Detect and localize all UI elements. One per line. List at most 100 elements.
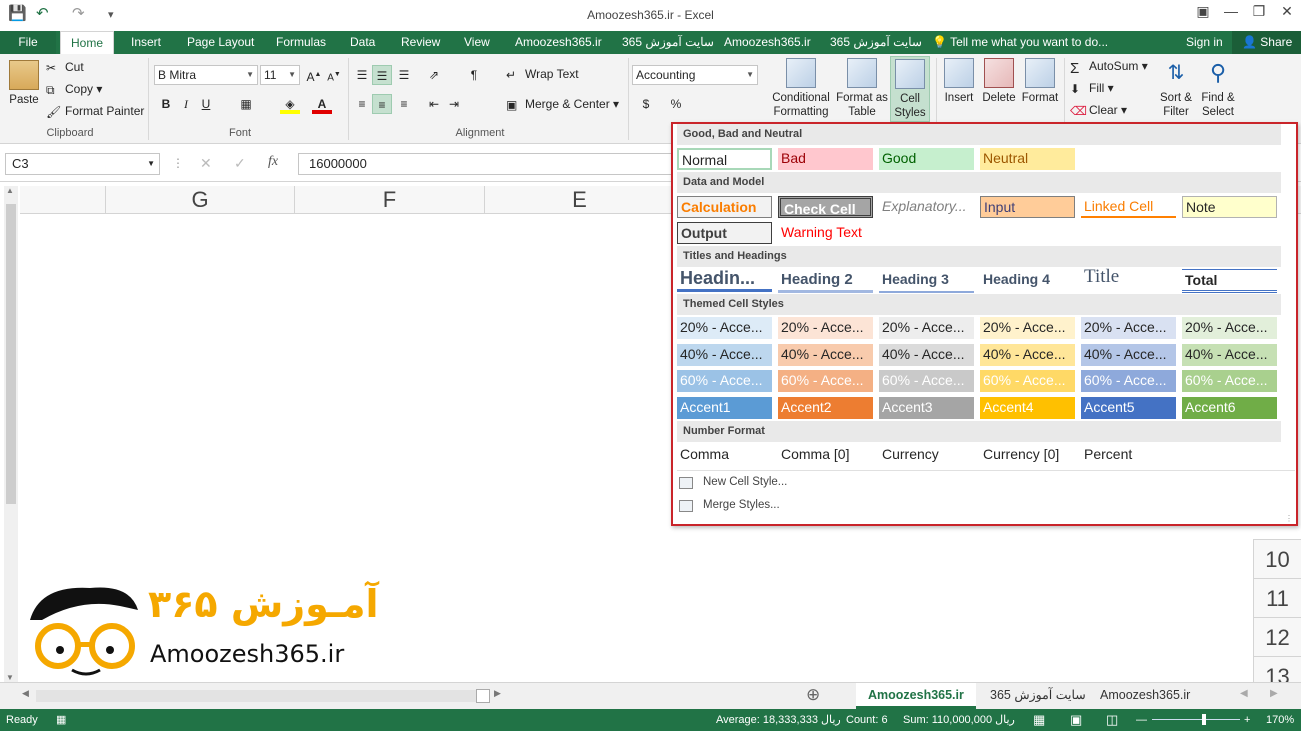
underline-icon[interactable]: U <box>196 94 216 114</box>
maximize-icon[interactable]: ❐ <box>1244 3 1274 20</box>
row-header-12[interactable]: 12 <box>1253 617 1301 656</box>
autosum-button[interactable]: Σ AutoSum ▾ <box>1070 59 1148 77</box>
align-top-icon[interactable]: ☰ <box>352 65 372 85</box>
style-heading-4[interactable]: Heading 4 <box>980 269 1075 293</box>
style-input[interactable]: Input <box>980 196 1075 218</box>
row-header-11[interactable]: 11 <box>1253 578 1301 617</box>
currency-icon[interactable]: $ <box>636 94 656 114</box>
style-comma[interactable]: Comma <box>677 444 772 466</box>
zoom-level[interactable]: 170% <box>1266 709 1294 731</box>
style-20-accent2[interactable]: 20% - Acce... <box>778 317 873 339</box>
paste-button[interactable]: Paste <box>6 60 42 107</box>
format-cells-button[interactable]: Format <box>1020 58 1060 105</box>
merge-styles-link[interactable]: Merge Styles... <box>703 499 780 511</box>
tab-addin-4[interactable]: سایت آموزش 365 <box>820 31 932 54</box>
style-40-accent3[interactable]: 40% - Acce... <box>879 344 974 366</box>
close-icon[interactable]: ✕ <box>1272 3 1301 20</box>
text-direction-icon[interactable]: ¶ <box>464 65 484 85</box>
row-header-13[interactable]: 13 <box>1253 656 1301 689</box>
style-warning-text[interactable]: Warning Text <box>778 222 873 244</box>
style-40-accent6[interactable]: 40% - Acce... <box>1182 344 1277 366</box>
align-left-icon[interactable]: ≡ <box>352 94 372 114</box>
style-currency[interactable]: Currency <box>879 444 974 466</box>
style-heading-1[interactable]: Headin... <box>677 268 772 292</box>
align-bottom-icon[interactable]: ☰ <box>394 65 414 85</box>
new-cell-style-link[interactable]: New Cell Style... <box>703 476 787 488</box>
hscroll-thumb[interactable] <box>476 689 490 703</box>
zoom-slider-thumb[interactable] <box>1202 714 1206 725</box>
row-header-10[interactable]: 10 <box>1253 539 1301 578</box>
style-60-accent5[interactable]: 60% - Acce... <box>1081 370 1176 392</box>
increase-font-icon[interactable]: A▲ <box>304 65 324 85</box>
italic-icon[interactable]: I <box>176 94 196 114</box>
zoom-out-icon[interactable]: — <box>1136 709 1147 731</box>
cut-button[interactable]: ✂ Cut <box>46 60 84 75</box>
style-20-accent3[interactable]: 20% - Acce... <box>879 317 974 339</box>
conditional-formatting-button[interactable]: Conditional Formatting <box>768 58 834 119</box>
page-layout-view-icon[interactable]: ▣ <box>1070 709 1082 731</box>
tab-view[interactable]: View <box>454 31 500 54</box>
style-accent5[interactable]: Accent5 <box>1081 397 1176 419</box>
style-total[interactable]: Total <box>1182 269 1277 293</box>
tab-page-layout[interactable]: Page Layout <box>177 31 264 54</box>
style-accent3[interactable]: Accent3 <box>879 397 974 419</box>
clear-button[interactable]: ⌫ Clear ▾ <box>1070 103 1127 118</box>
style-linked-cell[interactable]: Linked Cell <box>1081 196 1176 218</box>
tab-addin-2[interactable]: سایت آموزش 365 <box>612 31 724 54</box>
style-bad[interactable]: Bad <box>778 148 873 170</box>
page-break-view-icon[interactable]: ◫ <box>1106 709 1118 731</box>
style-normal[interactable]: Normal <box>677 148 772 170</box>
style-neutral[interactable]: Neutral <box>980 148 1075 170</box>
sheet-tab-3[interactable]: Amoozesh365.ir <box>1088 683 1202 709</box>
format-as-table-button[interactable]: Format as Table <box>836 58 888 119</box>
style-calculation[interactable]: Calculation <box>677 196 772 218</box>
zoom-slider[interactable] <box>1152 719 1240 720</box>
style-currency-0[interactable]: Currency [0] <box>980 444 1075 466</box>
sheet-tab-active[interactable]: Amoozesh365.ir <box>856 683 976 709</box>
style-heading-2[interactable]: Heading 2 <box>778 269 873 293</box>
number-format-combo[interactable]: Accounting ▼ <box>632 65 758 85</box>
scroll-tabs-right-icon[interactable]: ▶ <box>1270 688 1278 699</box>
bold-icon[interactable]: B <box>156 94 176 114</box>
decrease-indent-icon[interactable]: ⇤ <box>424 94 444 114</box>
merge-center-button[interactable]: ▣ Merge & Center ▾ <box>506 97 619 112</box>
sign-in-link[interactable]: Sign in <box>1176 31 1233 54</box>
macro-record-icon[interactable]: ▦ <box>56 709 66 731</box>
style-60-accent3[interactable]: 60% - Acce... <box>879 370 974 392</box>
wrap-text-button[interactable]: ↵ Wrap Text <box>506 67 579 82</box>
normal-view-icon[interactable]: ▦ <box>1033 709 1045 731</box>
minimize-icon[interactable]: — <box>1216 3 1246 19</box>
style-note[interactable]: Note <box>1182 196 1277 218</box>
style-20-accent6[interactable]: 20% - Acce... <box>1182 317 1277 339</box>
new-sheet-icon[interactable]: ⊕ <box>806 685 820 705</box>
style-60-accent2[interactable]: 60% - Acce... <box>778 370 873 392</box>
vertical-scrollbar[interactable]: ▲ ▼ <box>4 186 18 682</box>
column-header-e[interactable]: E <box>484 186 674 214</box>
enter-icon[interactable]: ✓ <box>234 155 246 172</box>
style-percent[interactable]: Percent <box>1081 444 1176 466</box>
sheet-tab-2[interactable]: سایت آموزش 365 <box>978 683 1098 709</box>
column-header-f[interactable]: F <box>294 186 484 214</box>
tab-insert[interactable]: Insert <box>121 31 171 54</box>
style-accent2[interactable]: Accent2 <box>778 397 873 419</box>
copy-button[interactable]: ⧉ Copy ▾ <box>46 82 102 97</box>
delete-cells-button[interactable]: Delete <box>980 58 1018 105</box>
style-comma-0[interactable]: Comma [0] <box>778 444 873 466</box>
fill-color-icon[interactable]: ◈ <box>280 94 300 114</box>
hscroll-left-icon[interactable]: ◀ <box>22 688 29 699</box>
scroll-down-icon[interactable]: ▼ <box>6 673 14 682</box>
style-accent4[interactable]: Accent4 <box>980 397 1075 419</box>
format-painter-button[interactable]: 🖌 Format Painter <box>46 104 144 119</box>
style-20-accent5[interactable]: 20% - Acce... <box>1081 317 1176 339</box>
insert-cells-button[interactable]: Insert <box>940 58 978 105</box>
borders-icon[interactable]: ▦ <box>236 94 256 114</box>
style-heading-3[interactable]: Heading 3 <box>879 269 974 293</box>
style-accent1[interactable]: Accent1 <box>677 397 772 419</box>
tab-file[interactable]: File <box>0 31 56 54</box>
zoom-in-icon[interactable]: + <box>1244 709 1250 731</box>
scroll-tabs-left-icon[interactable]: ◀ <box>1240 688 1248 699</box>
font-size-combo[interactable]: 11 ▼ <box>260 65 300 85</box>
tab-addin-3[interactable]: Amoozesh365.ir <box>714 31 821 54</box>
ribbon-display-icon[interactable]: ▣ <box>1188 3 1218 20</box>
style-60-accent1[interactable]: 60% - Acce... <box>677 370 772 392</box>
